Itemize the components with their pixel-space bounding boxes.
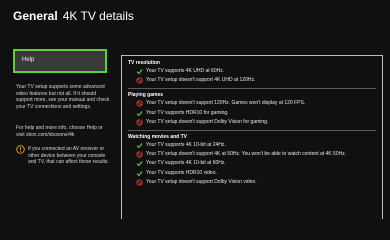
section-title: General [13, 9, 58, 23]
page-title: 4K TV details [62, 9, 134, 23]
more-info-text: For help and more info, choose Help or v… [16, 125, 103, 138]
detail-row: Your TV setup doesn't support 4K at 50Hz… [128, 151, 382, 158]
detail-text: Your TV supports HDR10 for gaming. [146, 109, 229, 116]
detail-text: Your TV setup doesn't support 4K at 50Hz… [146, 151, 347, 158]
checkmark-icon [136, 170, 143, 177]
detail-row: Your TV setup doesn't support Dolby Visi… [128, 119, 382, 126]
detail-text: Your TV supports 4K 10-bit at 60Hz. [146, 160, 226, 167]
detail-text: Your TV supports 4K UHD at 60Hz. [146, 68, 225, 74]
warning-icon [16, 145, 25, 154]
detail-row: Your TV supports HDR10 for gaming. [128, 110, 382, 117]
blocked-icon [136, 100, 143, 107]
group-title: Playing games [128, 92, 164, 99]
detail-row: Your TV setup doesn't support 4K UHD at … [128, 77, 382, 84]
detail-text: Your TV supports 4K 10-bit at 24Hz. [146, 141, 226, 148]
help-button[interactable]: Help [13, 49, 107, 73]
group-title: Watching movies and TV [128, 133, 187, 140]
detail-text: Your TV setup doesn't support 4K UHD at … [146, 77, 256, 84]
checkmark-icon [136, 161, 143, 167]
detail-text: Your TV supports HDR10 video. [146, 169, 217, 176]
warning-text: If you connected an AV receiver or other… [28, 146, 109, 166]
detail-row: Your TV setup doesn't support Dolby Visi… [128, 179, 382, 186]
group-title: TV resolution [128, 60, 160, 66]
detail-row: Your TV supports 4K UHD at 60Hz. [128, 68, 382, 75]
detail-row: Your TV supports 4K 10-bit at 60Hz. [128, 160, 382, 167]
detail-text: Your TV setup doesn't support Dolby Visi… [146, 118, 269, 125]
blocked-icon [136, 179, 143, 186]
setup-summary-text: Your TV setup supports some advanced vid… [16, 84, 110, 111]
checkmark-icon [136, 110, 143, 116]
details-panel[interactable]: TV resolution Your TV supports 4K UHD at … [121, 55, 383, 219]
section-divider [128, 129, 376, 131]
checkmark-icon [136, 143, 143, 149]
blocked-icon [136, 77, 143, 84]
help-button-label: Help [22, 57, 35, 63]
blocked-icon [136, 151, 143, 158]
detail-text: Your TV setup doesn't support 120Hz. Gam… [146, 100, 306, 107]
checkmark-icon [136, 69, 143, 75]
blocked-icon [136, 119, 143, 126]
section-divider [128, 88, 376, 90]
page-header: General 4K TV details [13, 9, 134, 23]
detail-text: Your TV setup doesn't support Dolby Visi… [146, 179, 257, 186]
detail-row: Your TV supports HDR10 video. [128, 170, 382, 177]
detail-row: Your TV setup doesn't support 120Hz. Gam… [128, 100, 382, 107]
detail-row: Your TV supports 4K 10-bit at 24Hz. [128, 142, 382, 149]
av-receiver-warning: If you connected an AV receiver or other… [16, 145, 112, 166]
